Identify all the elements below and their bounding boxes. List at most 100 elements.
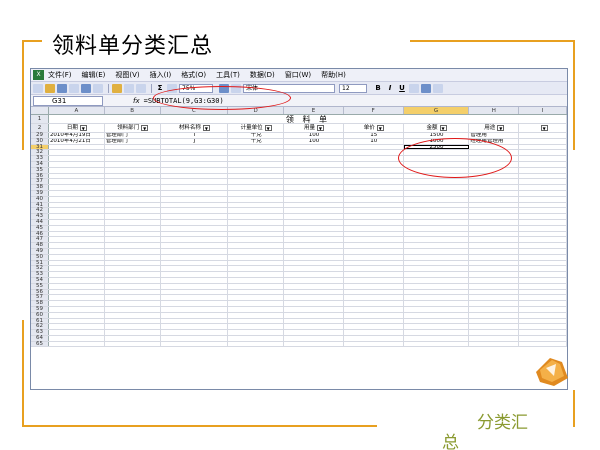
cell-h[interactable] xyxy=(469,237,520,243)
cell-a[interactable] xyxy=(49,283,105,289)
row-header[interactable]: 64 xyxy=(31,335,49,341)
cell-e[interactable] xyxy=(284,214,344,219)
cell-f[interactable] xyxy=(344,243,404,248)
cell-e[interactable] xyxy=(284,231,344,237)
cell-a[interactable] xyxy=(49,237,105,243)
menu-item-file[interactable]: 文件(F) xyxy=(48,70,72,80)
cell-a[interactable] xyxy=(49,167,105,173)
column-header-b[interactable]: B xyxy=(105,107,161,114)
cell-c[interactable] xyxy=(161,330,229,335)
menu-item-data[interactable]: 数据(D) xyxy=(250,70,275,80)
cell-g[interactable] xyxy=(404,324,470,330)
cell-e[interactable] xyxy=(284,301,344,306)
column-header-h[interactable]: H xyxy=(469,107,520,114)
cell-a[interactable] xyxy=(49,173,105,179)
cell-i[interactable] xyxy=(519,156,567,161)
cell-d[interactable] xyxy=(228,225,285,231)
cell-e[interactable] xyxy=(284,254,344,260)
cell-f[interactable] xyxy=(344,202,404,208)
cell-g[interactable] xyxy=(404,214,470,219)
row-header[interactable]: 60 xyxy=(31,312,49,318)
cell-a[interactable] xyxy=(49,330,105,335)
cell-c[interactable] xyxy=(161,144,229,150)
row-header[interactable]: 55 xyxy=(31,283,49,289)
cell-c[interactable] xyxy=(161,277,229,283)
cell-a[interactable] xyxy=(49,248,105,254)
cell-i[interactable] xyxy=(519,214,567,219)
cell-g[interactable] xyxy=(404,289,470,295)
cell-a[interactable] xyxy=(49,214,105,219)
cell-h[interactable] xyxy=(469,248,520,254)
cell-b[interactable] xyxy=(105,144,161,150)
cell-i[interactable] xyxy=(519,254,567,260)
cell-g[interactable]: 金额 ▼ xyxy=(404,124,470,132)
cell-b[interactable] xyxy=(105,324,161,330)
cell-e[interactable] xyxy=(284,185,344,190)
cell-i[interactable] xyxy=(519,312,567,318)
cell-h[interactable] xyxy=(469,301,520,306)
cell-f[interactable] xyxy=(344,312,404,318)
cell-e[interactable] xyxy=(284,283,344,289)
cell-g[interactable] xyxy=(404,318,470,324)
cell-i[interactable] xyxy=(519,225,567,231)
cell-i[interactable] xyxy=(519,185,567,190)
cell-c[interactable] xyxy=(161,179,229,185)
cell-f[interactable] xyxy=(344,219,404,225)
cell-g[interactable] xyxy=(404,219,470,225)
cell-a[interactable] xyxy=(49,225,105,231)
row-header[interactable]: 40 xyxy=(31,196,49,202)
filter-dropdown-icon[interactable]: ▼ xyxy=(439,124,447,131)
cell-d[interactable] xyxy=(228,248,285,254)
cell-g[interactable] xyxy=(404,301,470,306)
cell-b[interactable] xyxy=(105,277,161,283)
cell-g[interactable] xyxy=(404,330,470,335)
cell-h[interactable] xyxy=(469,260,520,266)
cell-a[interactable] xyxy=(49,289,105,295)
cell-d[interactable]: 千克 xyxy=(228,133,285,138)
cell-h[interactable] xyxy=(469,283,520,289)
cell-h[interactable] xyxy=(469,341,520,347)
cell-c[interactable] xyxy=(161,185,229,190)
cell-h[interactable] xyxy=(469,295,520,301)
cell-c[interactable] xyxy=(161,266,229,272)
cell-a[interactable] xyxy=(49,156,105,161)
cell-c[interactable] xyxy=(161,324,229,330)
cell-a[interactable] xyxy=(49,150,105,156)
cell-a[interactable] xyxy=(49,196,105,202)
cell-c[interactable] xyxy=(161,173,229,179)
cell-g[interactable] xyxy=(404,248,470,254)
cell-g[interactable] xyxy=(404,208,470,214)
cell-e[interactable] xyxy=(284,324,344,330)
filter-dropdown-icon[interactable]: ▼ xyxy=(540,124,548,131)
cell-i[interactable] xyxy=(519,167,567,173)
menu-item-help[interactable]: 帮助(H) xyxy=(321,70,346,80)
cell-d[interactable] xyxy=(228,237,285,243)
cell-f[interactable] xyxy=(344,306,404,312)
cell-c[interactable] xyxy=(161,254,229,260)
cell-e[interactable] xyxy=(284,173,344,179)
cell-i[interactable] xyxy=(519,341,567,347)
cell-i[interactable] xyxy=(519,161,567,167)
cell-d[interactable] xyxy=(228,156,285,161)
cell-i[interactable] xyxy=(519,138,567,144)
cell-b[interactable] xyxy=(105,202,161,208)
cell-i[interactable]: ▼ xyxy=(519,124,567,132)
cell-i[interactable] xyxy=(519,133,567,138)
cell-c[interactable] xyxy=(161,150,229,156)
cell-b[interactable] xyxy=(105,243,161,248)
cell-e[interactable] xyxy=(284,219,344,225)
return-arrow-icon[interactable] xyxy=(532,350,572,388)
cell-i[interactable] xyxy=(519,272,567,277)
cell-a[interactable] xyxy=(49,277,105,283)
cell-i[interactable] xyxy=(519,190,567,196)
cell-d[interactable] xyxy=(228,277,285,283)
cell-i[interactable] xyxy=(519,248,567,254)
cell-d[interactable] xyxy=(228,312,285,318)
cell-d[interactable] xyxy=(228,295,285,301)
cell-b[interactable] xyxy=(105,312,161,318)
filter-dropdown-icon[interactable]: ▼ xyxy=(141,124,149,131)
cell-b[interactable]: 管理部门 xyxy=(105,138,161,144)
cell-e[interactable] xyxy=(284,260,344,266)
cell-h[interactable] xyxy=(469,324,520,330)
cell-d[interactable]: 千克 xyxy=(228,138,285,144)
